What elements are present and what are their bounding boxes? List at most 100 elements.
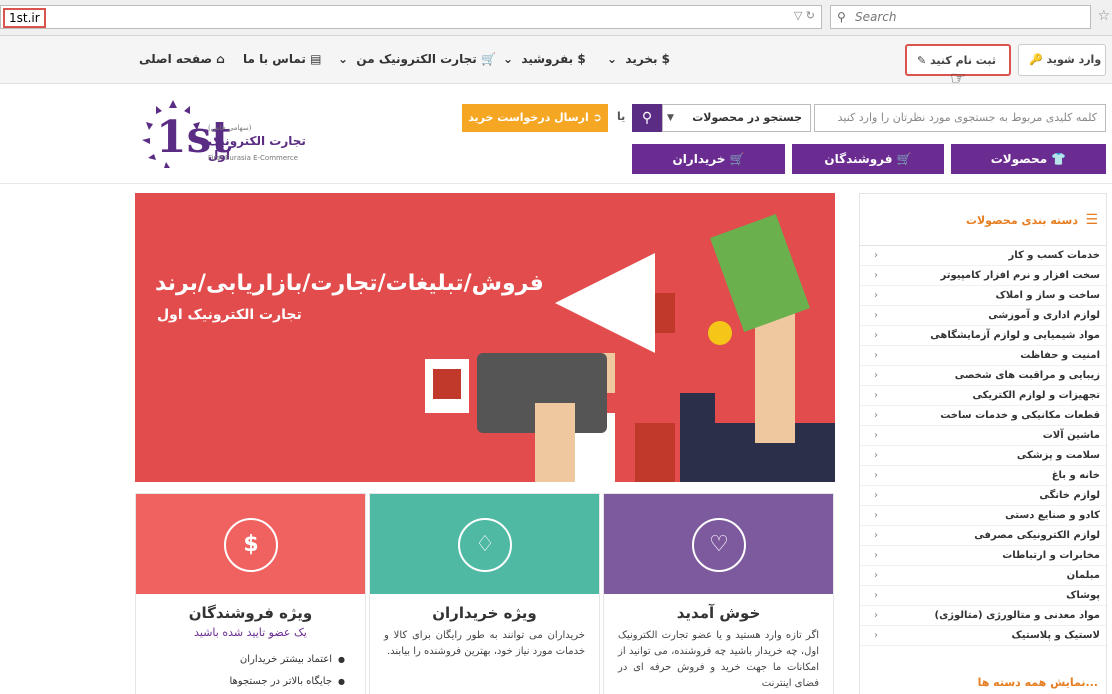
dollar-icon: $ (224, 518, 278, 572)
welcome-title: خوش آمدید (676, 604, 761, 622)
reload-icon[interactable]: ▽ ↻ (794, 9, 815, 22)
dollar-icon: $ (577, 52, 586, 66)
chevron-down-icon: ⌄ (607, 52, 618, 66)
sidebar-category-item[interactable]: › پوشاک (860, 586, 1106, 606)
site-logo[interactable]: 1st (سهامی خاص) تجارت الکترونیک اول Firs… (138, 98, 318, 174)
sidebar-category-item[interactable]: › سلامت و پزشکی (860, 446, 1106, 466)
url-text[interactable]: 1st.ir (3, 8, 46, 28)
sidebar-category-item[interactable]: › مواد شیمیایی و لوازم آزمایشگاهی (860, 326, 1106, 346)
chevron-left-icon: › (874, 630, 878, 641)
sidebar-header: ☰ دسته بندی محصولات (860, 194, 1106, 246)
banner-subtitle: تجارت الکترونیک اول (157, 307, 302, 323)
sidebar-category-item[interactable]: › خدمات کسب و کار (860, 246, 1106, 266)
sidebar-category-label: مبلمان (1066, 570, 1100, 581)
sellers-button[interactable]: فروشندگان 🛒 (792, 144, 944, 174)
search-icon: ⚲ (837, 10, 846, 24)
sidebar-category-label: کادو و صنایع دستی (1005, 510, 1100, 521)
sidebar-category-item[interactable]: › سخت افزار و نرم افزار کامپیوتر (860, 266, 1106, 286)
url-bar[interactable]: 1st.ir ▽ ↻ (0, 5, 822, 29)
sidebar-category-label: خدمات کسب و کار (1008, 250, 1100, 261)
sidebar-category-item[interactable]: › مبلمان (860, 566, 1106, 586)
sidebar-category-label: مخابرات و ارتباطات (1002, 550, 1100, 561)
chevron-left-icon: › (874, 410, 878, 421)
sellers-card-header: $ (136, 494, 365, 594)
nav-sell[interactable]: ⌄ بفروشید $ (503, 52, 586, 66)
pencil-icon: ✎ (917, 54, 927, 67)
sidebar-category-item[interactable]: › تجهیزات و لوازم الکتریکی (860, 386, 1106, 406)
sidebar-category-item[interactable]: › لاستیک و پلاستیک (860, 626, 1106, 646)
sidebar-category-item[interactable]: › مخابرات و ارتباطات (860, 546, 1106, 566)
cart-icon: 🛒 (896, 152, 912, 166)
nav-home[interactable]: صفحه اصلی ⌂ (139, 52, 225, 66)
welcome-card: ♡ خوش آمدید اگر تازه وارد هستید و یا عضو… (603, 493, 834, 694)
sidebar-category-label: لوازم اداری و آموزشی (988, 310, 1100, 321)
chevron-left-icon: › (874, 310, 878, 321)
category-list: › خدمات کسب و کار › سخت افزار و نرم افزار ک… (860, 246, 1106, 646)
sellers-subtitle: یک عضو تایید شده باشید (194, 626, 307, 639)
chevron-left-icon: › (874, 290, 878, 301)
nav-home-label: صفحه اصلی (139, 52, 213, 66)
list-item: اعتماد بیشتر خریداران (156, 649, 345, 671)
sidebar-category-label: لاستیک و پلاستیک (1011, 630, 1100, 641)
sidebar-category-item[interactable]: › لوازم خانگی (860, 486, 1106, 506)
purchase-request-button[interactable]: ارسال درخواست خرید ➲ (462, 104, 608, 132)
chevron-down-icon: ▼ (667, 113, 674, 123)
sidebar-category-item[interactable]: › امنیت و حفاظت (860, 346, 1106, 366)
sidebar-category-label: سخت افزار و نرم افزار کامپیوتر (940, 270, 1101, 281)
sidebar-category-item[interactable]: › ساخت و ساز و املاک (860, 286, 1106, 306)
user-heart-icon: ♡ (692, 518, 746, 572)
keyword-search-input[interactable]: کلمه کلیدی مربوط به جستجوی مورد نظرتان ر… (814, 104, 1106, 132)
buyers-button[interactable]: خریداران 🛒 (632, 144, 785, 174)
search-button[interactable]: ⚲ (632, 104, 662, 132)
nav-contact[interactable]: تماس با ما ▤ (243, 52, 321, 66)
chevron-left-icon: › (874, 390, 878, 401)
or-label: یا (617, 110, 626, 123)
sidebar-category-label: خانه و باغ (1051, 470, 1100, 481)
chevron-left-icon: › (874, 330, 878, 341)
logo-subtitle: (سهامی خاص) (208, 124, 252, 132)
nav-buy[interactable]: ⌄ بخرید $ (607, 52, 670, 66)
top-navigation: 🔑 وارد شوید ✎ ثبت نام کنید ⌄ بخرید $ ⌄ ب… (0, 36, 1112, 84)
sidebar-category-item[interactable]: › ماشین آلات (860, 426, 1106, 446)
sidebar-category-label: تجهیزات و لوازم الکتریکی (972, 390, 1100, 401)
bookmark-star-icon[interactable]: ☆ (1097, 8, 1110, 24)
category-sidebar: ☰ دسته بندی محصولات › خدمات کسب و کار › سخت… (859, 193, 1107, 694)
sidebar-category-label: لوازم الکترونیکی مصرفی (974, 530, 1100, 541)
key-icon: 🔑 (1029, 53, 1043, 66)
chevron-left-icon: › (874, 470, 878, 481)
hero-banner[interactable]: فروش/تبلیغات/تجارت/بازاریابی/برند تجارت … (135, 193, 835, 482)
chevron-down-icon: ⌄ (338, 52, 349, 66)
welcome-body: اگر تازه وارد هستید و یا عضو تجارت الکتر… (618, 630, 819, 689)
sidebar-category-item[interactable]: › قطعات مکانیکی و خدمات ساخت (860, 406, 1106, 426)
show-all-categories-link[interactable]: نمایش همه دسته ها... (978, 676, 1098, 689)
sidebar-category-label: لوازم خانگی (1039, 490, 1100, 501)
chevron-left-icon: › (874, 510, 878, 521)
sidebar-category-item[interactable]: › کادو و صنایع دستی (860, 506, 1106, 526)
nav-my-ecommerce-label: تجارت الکترونیک من (356, 52, 477, 66)
login-button[interactable]: 🔑 وارد شوید (1018, 44, 1106, 76)
browser-toolbar: 1st.ir ▽ ↻ ⚲ Search ☆ (0, 0, 1112, 36)
nav-my-ecommerce[interactable]: ⌄ تجارت الکترونیک من 🛒 (338, 52, 496, 66)
products-label: محصولات (990, 152, 1048, 166)
sidebar-category-item[interactable]: › لوازم اداری و آموزشی (860, 306, 1106, 326)
chevron-left-icon: › (874, 430, 878, 441)
scope-selected: جستجو در محصولات (692, 111, 802, 124)
buyers-title: ویژه خریداران (432, 604, 537, 622)
browser-search-input[interactable]: ⚲ Search (830, 5, 1091, 29)
basket-icon: ♢ (458, 518, 512, 572)
products-button[interactable]: محصولات 👕 (951, 144, 1106, 174)
buyers-card-header: ♢ (370, 494, 599, 594)
buyers-label: خریداران (672, 152, 726, 166)
buyers-body: خریداران می توانند به طور رایگان برای کا… (384, 630, 585, 657)
sidebar-category-item[interactable]: › لوازم الکترونیکی مصرفی (860, 526, 1106, 546)
chevron-left-icon: › (874, 350, 878, 361)
search-scope-select[interactable]: ▼ جستجو در محصولات (662, 104, 811, 132)
sidebar-title: دسته بندی محصولات (965, 214, 1078, 227)
card-icon: ▤ (310, 52, 322, 66)
nav-contact-label: تماس با ما (243, 52, 306, 66)
sidebar-category-item[interactable]: › زیبایی و مراقبت های شخصی (860, 366, 1106, 386)
buyers-card: ♢ ویژه خریداران خریداران می توانند به طو… (369, 493, 600, 694)
sidebar-category-item[interactable]: › مواد معدنی و متالورژی (متالوژی) (860, 606, 1106, 626)
sidebar-category-item[interactable]: › خانه و باغ (860, 466, 1106, 486)
banner-illustration (425, 214, 835, 482)
